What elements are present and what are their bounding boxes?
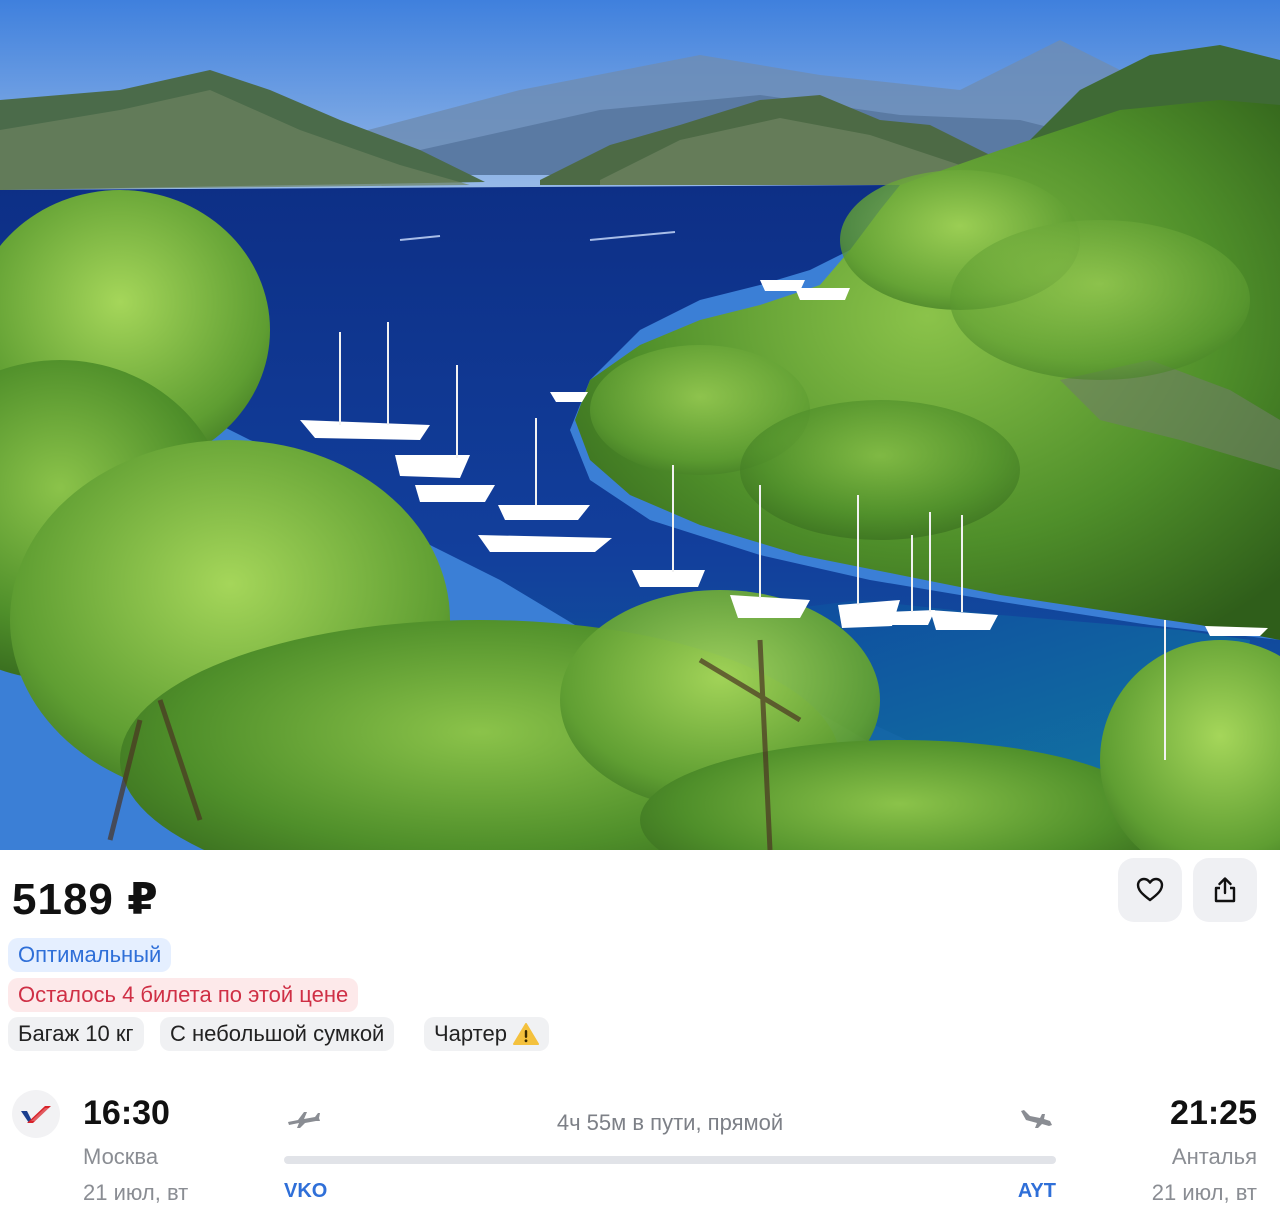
departure-time: 16:30: [83, 1094, 170, 1132]
hero-photo: [0, 0, 1280, 850]
arrival-date: 21 июл, вт: [1151, 1180, 1257, 1205]
airline-logo: [12, 1090, 60, 1138]
departure-airport-code[interactable]: VKO: [284, 1180, 327, 1203]
badge-optimal: Оптимальный: [8, 938, 172, 972]
arrival-airport-code[interactable]: AYT: [1018, 1180, 1056, 1203]
route-progress-line: [284, 1156, 1056, 1164]
badge-charter-label: Чартер: [434, 1021, 507, 1046]
favorite-button[interactable]: [1118, 858, 1182, 922]
warning-icon: [512, 1023, 539, 1045]
landing-icon: [1021, 1110, 1052, 1128]
ticket-card: 5189 ₽ Оптимальный Осталось 4 билета по …: [0, 850, 1280, 1229]
arrival-time: 21:25: [1170, 1094, 1257, 1132]
badge-charter[interactable]: Чартер: [424, 1017, 549, 1051]
departure-date: 21 июл, вт: [83, 1180, 189, 1205]
takeoff-icon: [288, 1112, 320, 1128]
share-button[interactable]: [1193, 858, 1257, 922]
heart-outline-icon: [1136, 877, 1164, 902]
departure-city: Москва: [83, 1144, 159, 1169]
badge-hand-luggage: С небольшой сумкой: [160, 1017, 395, 1051]
badge-seats-left: Осталось 4 билета по этой цене: [8, 978, 359, 1012]
flight-duration: 4ч 55м в пути, прямой: [556, 1110, 784, 1135]
badge-baggage: Багаж 10 кг: [8, 1017, 144, 1051]
bay-landscape-illustration: [0, 0, 1280, 850]
share-icon: [1214, 877, 1236, 903]
ticket-price: 5189 ₽: [12, 875, 159, 924]
arrival-city: Анталья: [1171, 1144, 1257, 1169]
airline-logo-icon: [21, 1106, 51, 1123]
